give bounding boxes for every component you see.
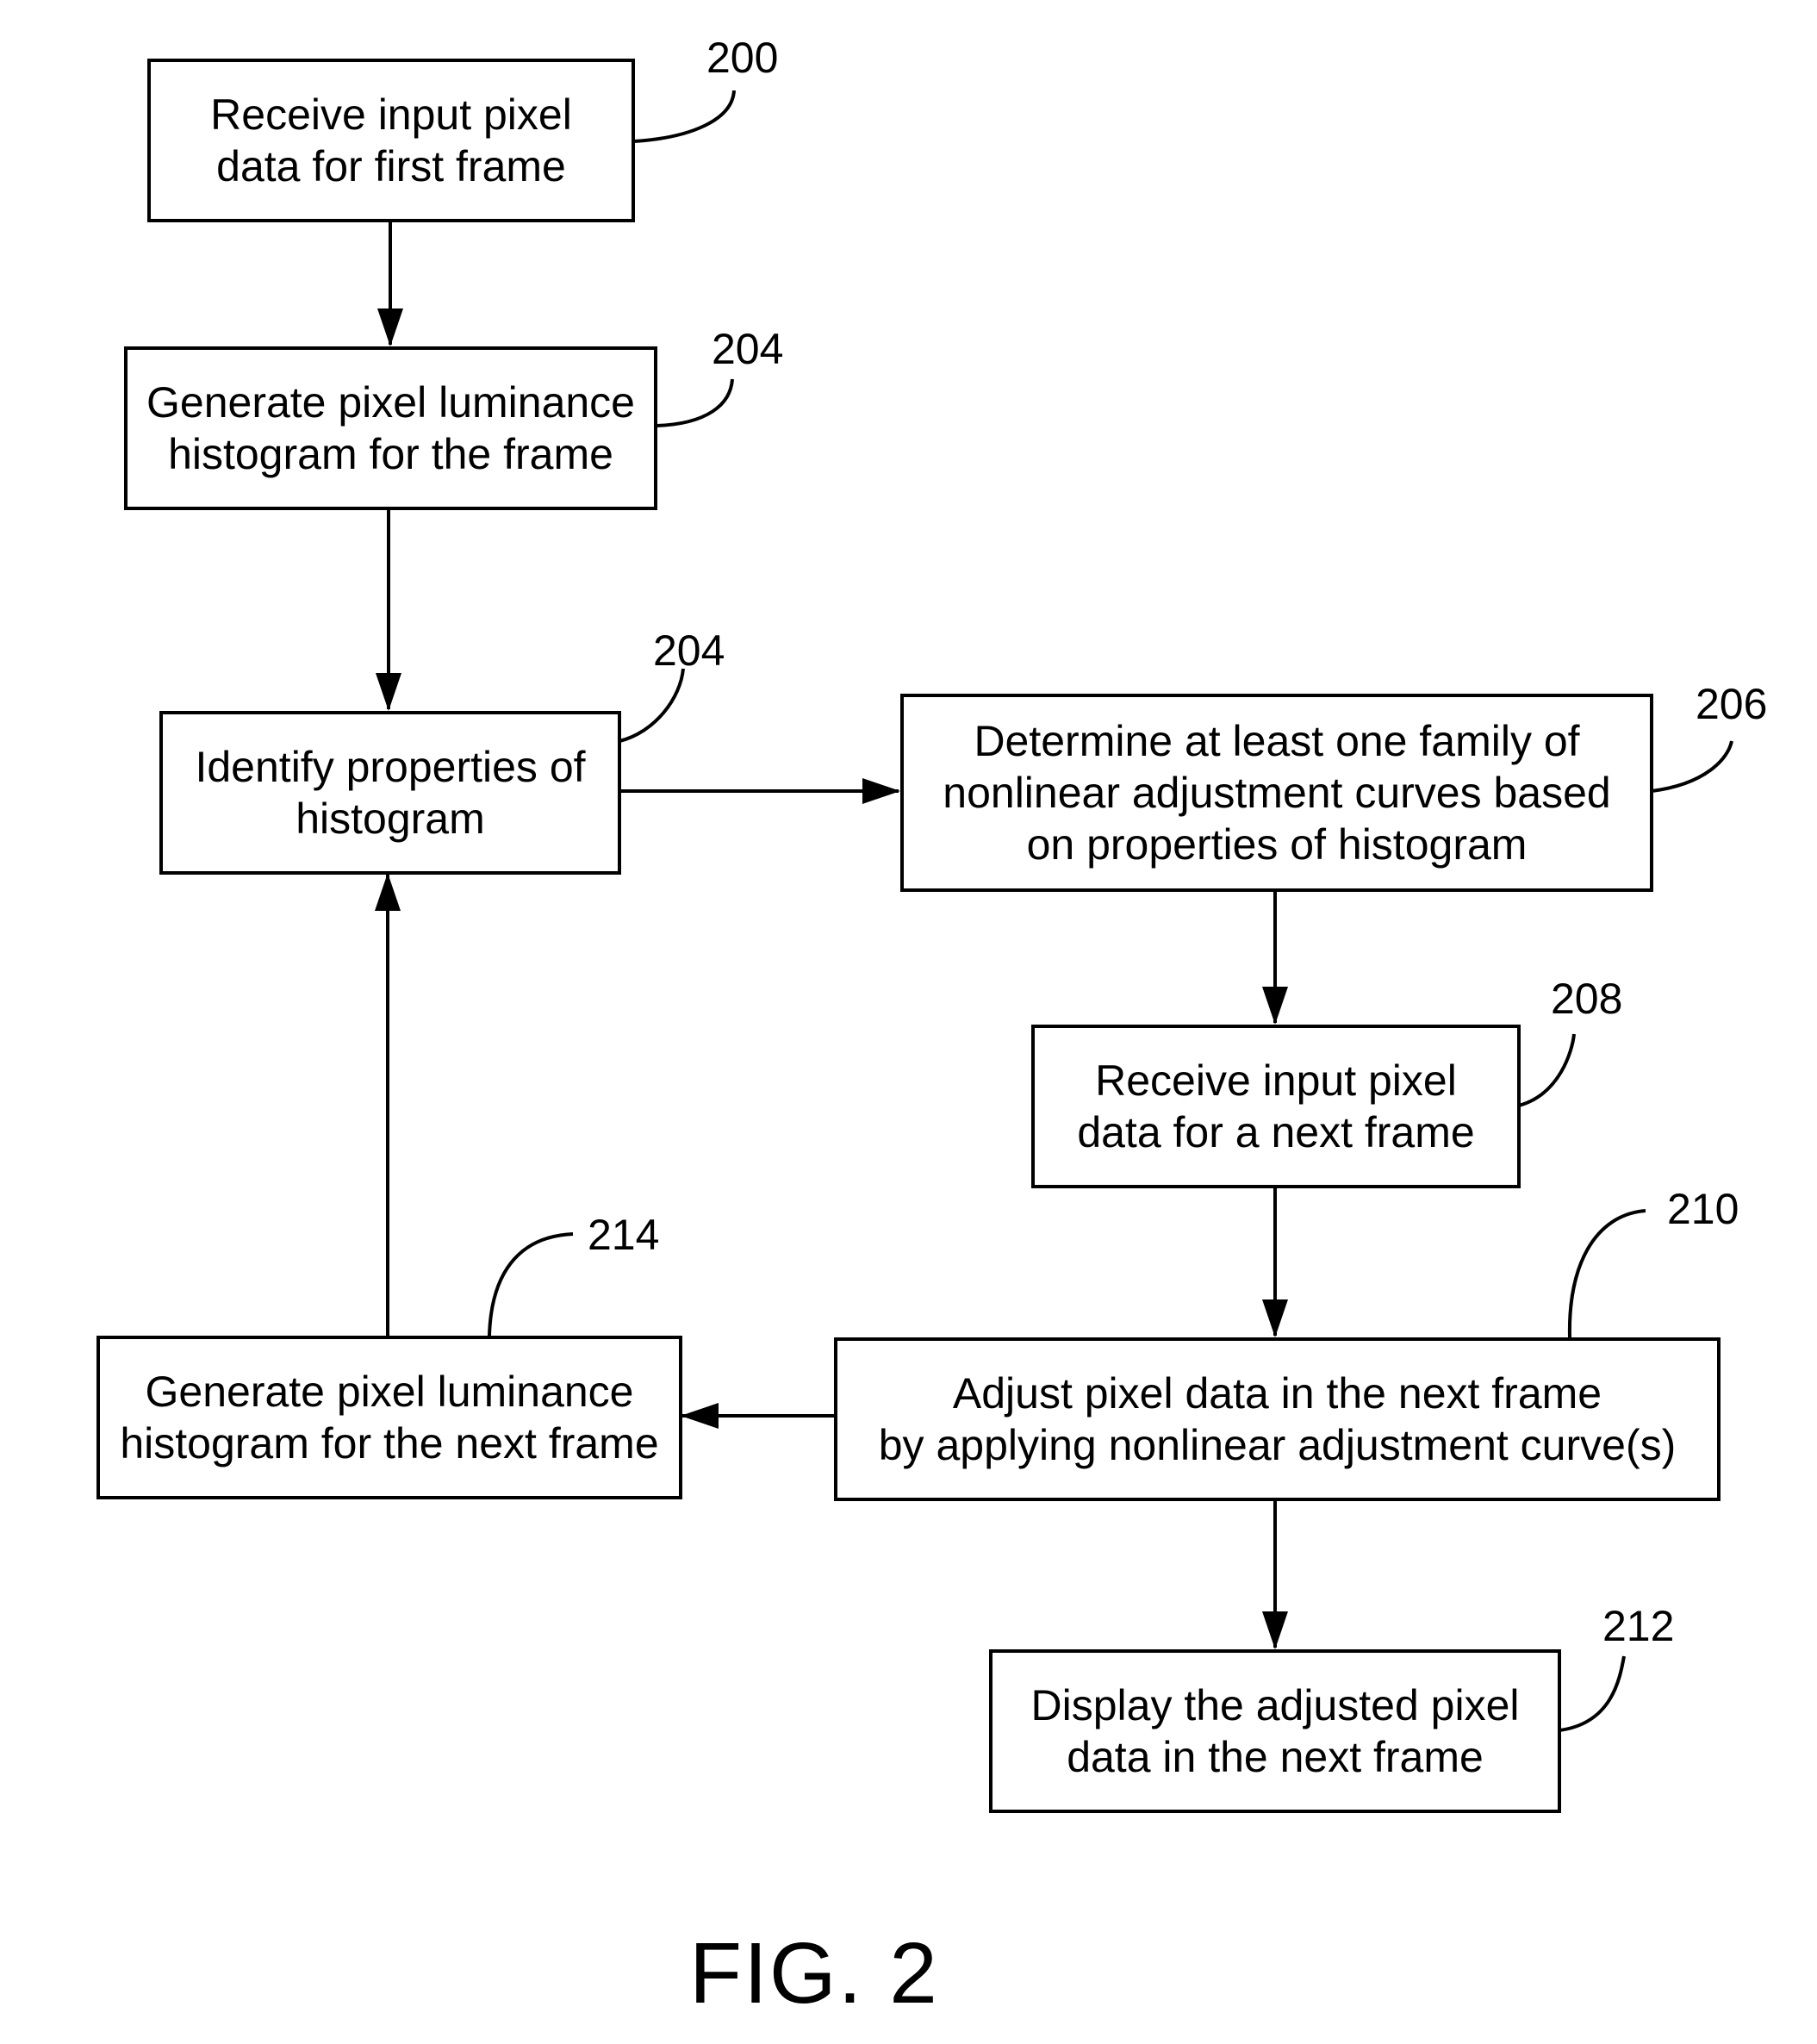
arrowhead-210: [1262, 1299, 1288, 1337]
step-text-202: Generate pixel luminance histogram for t…: [146, 378, 635, 478]
step-text-206: Determine at least one family of nonline…: [943, 717, 1611, 869]
step-text-210: Adjust pixel data in the next frame by a…: [878, 1369, 1677, 1469]
leader-206: [1651, 740, 1733, 793]
ref-label-210: 210: [1667, 1185, 1739, 1233]
leader-210: [1567, 1209, 1646, 1338]
leader-212: [1559, 1655, 1626, 1732]
step-text-204: Identify properties of histogram: [195, 743, 586, 843]
arrowhead-214: [681, 1403, 719, 1429]
ref-label-206: 206: [1696, 680, 1768, 728]
leader-214: [488, 1232, 574, 1337]
step-box-206: Determine at least one family of nonline…: [900, 694, 1653, 892]
step-text-212: Display the adjusted pixel data in the n…: [1030, 1681, 1520, 1781]
arrowhead-204-from-below: [375, 873, 401, 911]
step-box-214: Generate pixel luminance histogram for t…: [96, 1336, 682, 1499]
arrowhead-202: [377, 308, 403, 346]
ref-label-204: 204: [653, 626, 725, 675]
step-box-204: Identify properties of histogram: [159, 711, 621, 875]
arrowhead-204: [376, 673, 401, 711]
arrowhead-208: [1262, 987, 1288, 1025]
leader-208: [1518, 1033, 1576, 1107]
figure-label: FIG. 2: [689, 1925, 939, 2022]
leader-202: [656, 378, 734, 427]
ref-label-208: 208: [1551, 975, 1623, 1023]
step-box-208: Receive input pixel data for a next fram…: [1031, 1025, 1521, 1188]
step-box-210: Adjust pixel data in the next frame by a…: [834, 1337, 1721, 1501]
ref-label-212: 212: [1602, 1602, 1675, 1650]
step-box-202: Generate pixel luminance histogram for t…: [124, 346, 657, 510]
arrowhead-206: [862, 778, 900, 804]
ref-label-214: 214: [588, 1211, 660, 1259]
step-text-214: Generate pixel luminance histogram for t…: [120, 1368, 659, 1468]
step-box-200: Receive input pixel data for first frame: [147, 59, 635, 222]
arrowhead-212: [1262, 1611, 1288, 1649]
leader-200: [633, 90, 736, 143]
step-text-208: Receive input pixel data for a next fram…: [1077, 1056, 1475, 1156]
step-box-212: Display the adjusted pixel data in the n…: [989, 1649, 1561, 1813]
leader-204: [619, 668, 685, 743]
ref-label-202: 204: [712, 325, 784, 373]
step-text-200: Receive input pixel data for first frame: [210, 90, 572, 190]
ref-label-200: 200: [706, 34, 779, 82]
